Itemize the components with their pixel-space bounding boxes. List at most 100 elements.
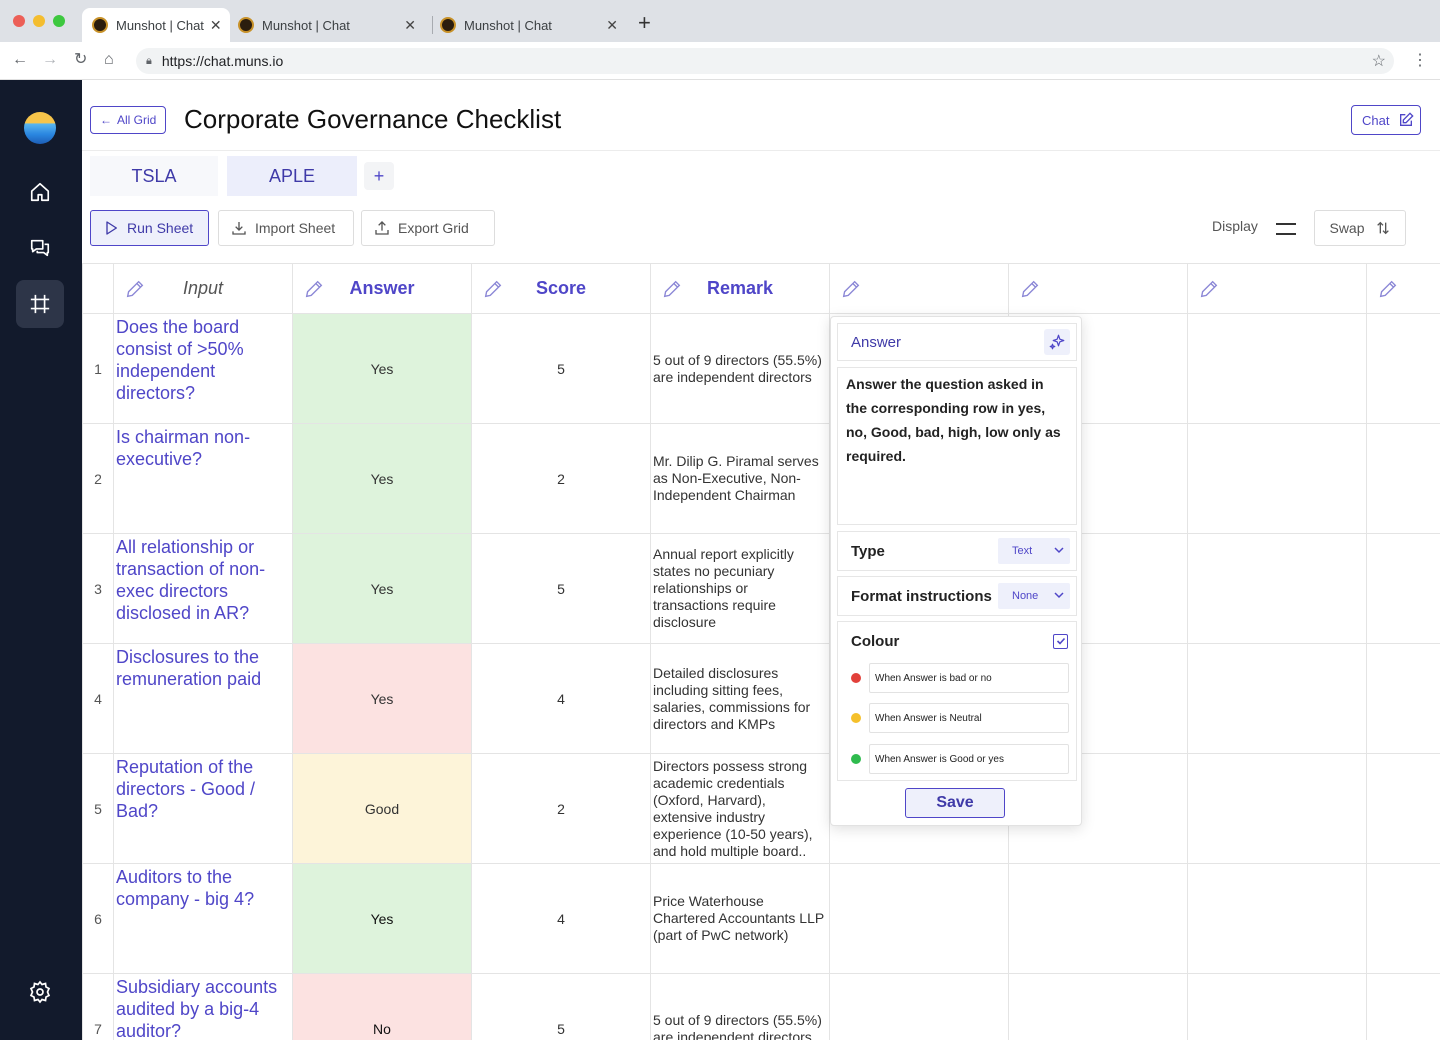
type-select[interactable]: Text [998, 538, 1070, 564]
url-field[interactable]: 🔒︎ https://chat.muns.io ☆ [136, 48, 1394, 74]
swap-button[interactable]: Swap [1314, 210, 1406, 246]
app-logo[interactable] [24, 112, 56, 144]
empty-cell[interactable] [1366, 643, 1440, 754]
remark-cell[interactable]: Annual report explicitly states no pecun… [650, 533, 830, 644]
empty-cell[interactable] [1366, 753, 1440, 864]
column-name-field[interactable]: Answer [837, 323, 1077, 361]
column-header[interactable]: Input [113, 263, 293, 314]
edit-pencil-icon[interactable] [840, 278, 862, 305]
ai-sparkle-button[interactable] [1044, 329, 1070, 355]
close-tab-icon[interactable]: ✕ [210, 17, 222, 34]
column-header[interactable] [1187, 263, 1367, 314]
browser-tab[interactable]: Munshot | Chat ✕ [228, 8, 426, 42]
input-cell[interactable]: All relationship or transaction of non-e… [113, 533, 293, 644]
answer-cell[interactable]: Yes [292, 533, 472, 644]
score-cell[interactable]: 4 [471, 863, 651, 974]
edit-pencil-icon[interactable] [1198, 278, 1220, 305]
edit-pencil-icon[interactable] [1377, 278, 1399, 305]
format-instructions-select[interactable]: None [998, 583, 1070, 609]
input-cell[interactable]: Does the board consist of >50% independe… [113, 313, 293, 424]
add-sheet-button[interactable]: + [364, 162, 394, 190]
edit-pencil-icon[interactable] [1019, 278, 1041, 305]
run-sheet-button[interactable]: Run Sheet [90, 210, 209, 246]
empty-cell[interactable] [1366, 863, 1440, 974]
input-cell[interactable]: Is chairman non-executive? [113, 423, 293, 534]
empty-cell[interactable] [1187, 423, 1367, 534]
score-cell[interactable]: 2 [471, 423, 651, 534]
column-header[interactable]: Score [471, 263, 651, 314]
empty-cell[interactable] [1187, 313, 1367, 424]
answer-cell[interactable]: Yes [292, 863, 472, 974]
answer-cell[interactable]: Good [292, 753, 472, 864]
empty-cell[interactable] [1187, 533, 1367, 644]
column-prompt-textarea[interactable]: Answer the question asked in the corresp… [837, 367, 1077, 525]
empty-cell[interactable] [829, 863, 1009, 974]
input-cell[interactable]: Auditors to the company - big 4? [113, 863, 293, 974]
export-grid-button[interactable]: Export Grid [361, 210, 495, 246]
back-arrow-icon[interactable]: ← [12, 50, 28, 70]
sidebar-item-settings[interactable] [16, 968, 64, 1016]
empty-cell[interactable] [1366, 423, 1440, 534]
bookmark-star-icon[interactable]: ☆ [1372, 51, 1386, 71]
close-tab-icon[interactable]: ✕ [404, 17, 416, 34]
answer-cell[interactable]: Yes [292, 423, 472, 534]
empty-cell[interactable] [1008, 863, 1188, 974]
score-cell[interactable]: 2 [471, 753, 651, 864]
empty-cell[interactable] [1366, 313, 1440, 424]
remark-cell[interactable]: Mr. Dilip G. Piramal serves as Non-Execu… [650, 423, 830, 534]
colour-rule-input[interactable]: When Answer is bad or no [869, 663, 1069, 693]
answer-cell[interactable]: Yes [292, 643, 472, 754]
remark-cell[interactable]: Directors possess strong academic creden… [650, 753, 830, 864]
close-tab-icon[interactable]: ✕ [606, 17, 618, 34]
score-cell[interactable]: 5 [471, 313, 651, 424]
column-header[interactable]: Remark [650, 263, 830, 314]
colour-checkbox[interactable] [1053, 633, 1068, 649]
maximize-window-button[interactable] [53, 15, 65, 27]
remark-cell[interactable]: Detailed disclosures including sitting f… [650, 643, 830, 754]
import-sheet-button[interactable]: Import Sheet [218, 210, 354, 246]
colour-rule-input[interactable]: When Answer is Good or yes [869, 744, 1069, 774]
empty-cell[interactable] [829, 973, 1009, 1040]
input-cell[interactable]: Disclosures to the remuneration paid [113, 643, 293, 754]
answer-cell[interactable]: No [292, 973, 472, 1040]
column-header[interactable]: Answer [292, 263, 472, 314]
remark-cell[interactable]: Price Waterhouse Chartered Accountants L… [650, 863, 830, 974]
sidebar-item-home[interactable] [16, 168, 64, 216]
sheet-tab-aple[interactable]: APLE [227, 156, 357, 196]
empty-cell[interactable] [1366, 533, 1440, 644]
answer-cell[interactable]: Yes [292, 313, 472, 424]
sheet-tab-tsla[interactable]: TSLA [90, 156, 218, 196]
column-header[interactable] [1366, 263, 1440, 314]
remark-cell[interactable]: 5 out of 9 directors (55.5%) are indepen… [650, 973, 830, 1040]
edit-pencil-icon[interactable] [124, 278, 146, 305]
score-cell[interactable]: 5 [471, 973, 651, 1040]
reload-icon[interactable]: ↻ [74, 50, 87, 70]
sidebar-item-grids[interactable] [16, 280, 64, 328]
score-cell[interactable]: 5 [471, 533, 651, 644]
empty-cell[interactable] [1187, 973, 1367, 1040]
edit-pencil-icon[interactable] [482, 278, 504, 305]
display-lines-icon[interactable] [1276, 221, 1296, 242]
input-cell[interactable]: Subsidiary accounts audited by a big-4 a… [113, 973, 293, 1040]
empty-cell[interactable] [1187, 863, 1367, 974]
colour-rule-input[interactable]: When Answer is Neutral [869, 703, 1069, 733]
forward-arrow-icon[interactable]: → [42, 50, 58, 70]
home-icon[interactable]: ⌂ [104, 50, 114, 70]
edit-pencil-icon[interactable] [661, 278, 683, 305]
empty-cell[interactable] [1008, 973, 1188, 1040]
new-tab-plus-icon[interactable]: + [638, 12, 651, 34]
edit-pencil-icon[interactable] [303, 278, 325, 305]
display-label[interactable]: Display [1212, 218, 1258, 234]
empty-cell[interactable] [1187, 753, 1367, 864]
empty-cell[interactable] [1187, 643, 1367, 754]
chat-button[interactable]: Chat [1351, 105, 1421, 135]
save-button[interactable]: Save [905, 788, 1005, 818]
input-cell[interactable]: Reputation of the directors - Good / Bad… [113, 753, 293, 864]
browser-tab[interactable]: Munshot | Chat ✕ [430, 8, 628, 42]
close-window-button[interactable] [13, 15, 25, 27]
column-header[interactable] [829, 263, 1009, 314]
score-cell[interactable]: 4 [471, 643, 651, 754]
browser-tab[interactable]: Munshot | Chat ✕ [82, 8, 230, 42]
minimize-window-button[interactable] [33, 15, 45, 27]
all-grid-button[interactable]: ← All Grid [90, 106, 167, 134]
